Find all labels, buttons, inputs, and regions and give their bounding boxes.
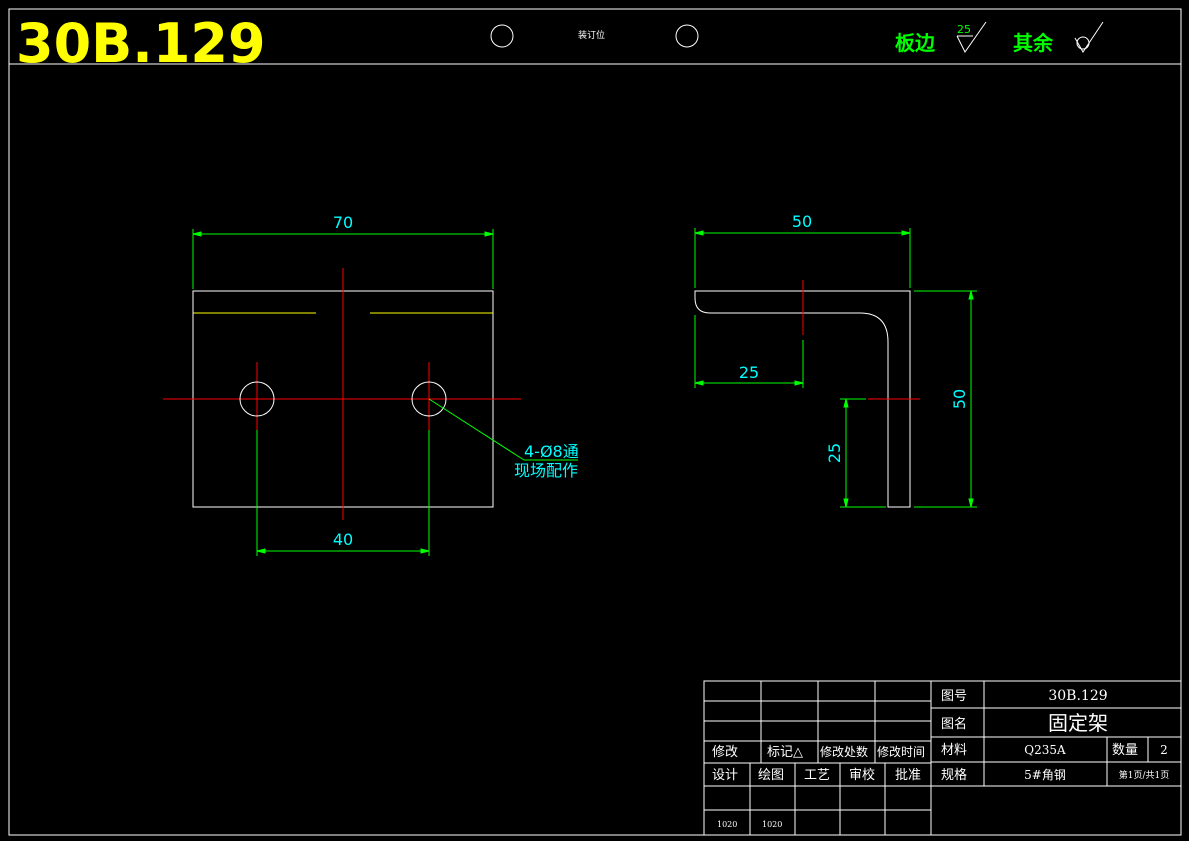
approval-label-review: 审校: [849, 767, 875, 783]
revision-label-modify: 修改: [712, 745, 738, 760]
revision-label-count: 修改处数: [820, 744, 868, 759]
binding-label: 装订位: [578, 29, 605, 41]
dimension-text-side-25-vertical: 25: [825, 443, 844, 463]
drawing-no-value: 30B.129: [1048, 688, 1107, 704]
material-label: 材料: [941, 743, 967, 758]
spec-label: 规格: [941, 767, 967, 783]
drawing-number-title: 30B.129: [16, 12, 266, 75]
signature-drafter: 1020: [762, 820, 782, 829]
dimension-text-side-50-top: 50: [792, 212, 812, 231]
quantity-label: 数量: [1112, 743, 1138, 758]
drawing-name-value: 固定架: [1048, 711, 1108, 735]
signature-designer: 1020: [717, 820, 737, 829]
drawing-no-label: 图号: [941, 689, 967, 704]
binding-hole-left-icon: [490, 24, 514, 48]
dimension-text-side-25-horizontal: 25: [739, 363, 759, 382]
quantity-value: 2: [1160, 743, 1168, 757]
plate-edge-label: 板边: [895, 31, 936, 55]
approval-label-approve: 批准: [895, 768, 921, 783]
side-view: 50 25 50 25: [694, 212, 977, 508]
title-block-text: 修改 标记△ 修改处数 修改时间 设计 绘图 工艺 审校 批准 1020 102…: [712, 688, 1169, 829]
spec-value: 5#角钢: [1024, 768, 1066, 782]
plate-edge-roughness: 25: [957, 23, 971, 36]
approval-label-design: 设计: [712, 768, 738, 783]
dimension-side-width-50: [694, 228, 911, 288]
hole-note-line2: 现场配作: [514, 461, 578, 480]
dimension-text-70: 70: [333, 213, 353, 232]
dimension-text-40: 40: [333, 530, 353, 549]
drawing-frame: [8, 8, 1182, 836]
approval-label-process: 工艺: [804, 768, 830, 783]
binding-hole-right-icon: [675, 24, 699, 48]
front-view: 70 40 4-Ø8通 现场配作: [163, 213, 579, 556]
dimension-side-vertical-25: [840, 398, 886, 508]
page-value: 第1页/共1页: [1119, 769, 1170, 781]
no-machining-symbol-icon: [1074, 21, 1104, 53]
dimension-text-side-50-right: 50: [950, 389, 969, 409]
hole-note-line1: 4-Ø8通: [524, 442, 579, 461]
revision-label-time: 修改时间: [877, 744, 925, 759]
drawing-canvas: 30B.129 装订位 板边 25 其余 70 40 4-Ø8通 现场配作 50…: [8, 8, 1182, 836]
hole-note-leader: [428, 398, 525, 461]
other-surfaces-label: 其余: [1013, 31, 1054, 55]
approval-label-draw: 绘图: [758, 768, 784, 783]
material-value: Q235A: [1024, 743, 1066, 757]
revision-label-mark: 标记△: [767, 745, 803, 760]
drawing-name-label: 图名: [941, 716, 967, 732]
